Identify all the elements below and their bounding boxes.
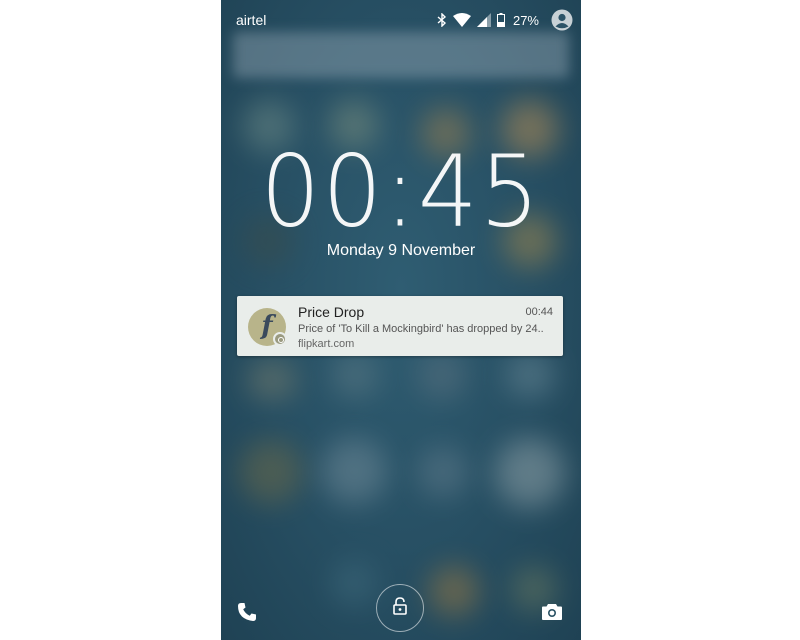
notification-card[interactable]: f Price Drop 00:44 Price of 'To Kill a M… [237,296,563,356]
blurred-app-icon [247,360,297,400]
wifi-icon [452,13,471,27]
notification-badge-icon [273,332,287,346]
blurred-app-icon [239,440,303,504]
lockscreen-clock: 00:45 [221,135,581,250]
camera-icon[interactable] [541,603,563,626]
notification-text: Price of 'To Kill a Mockingbird' has dro… [298,323,544,335]
user-avatar-icon[interactable] [551,9,573,31]
battery-percent: 27% [512,12,539,28]
blurred-app-icon [505,352,555,398]
battery-icon [496,13,505,27]
blurred-app-icon [417,446,469,498]
blurred-app-icon [331,352,379,398]
lockscreen: airtel 27% 00:45 Monday 9 November f Pri… [221,0,581,640]
blurred-app-icon [429,566,479,616]
notification-time: 00:44 [525,306,553,318]
blurred-app-icon [331,560,377,606]
carrier-name: airtel [236,12,267,28]
clock-time: 00:45 [260,135,542,250]
blurred-app-icon [321,438,387,504]
unlock-button[interactable] [376,584,424,632]
phone-icon[interactable] [237,602,257,627]
status-bar: airtel 27% [221,0,581,40]
notification-title: Price Drop [298,304,365,320]
lockscreen-date: Monday 9 November [326,242,476,259]
status-icons: 27% [437,9,573,31]
blurred-app-icon [495,438,565,508]
notification-source: flipkart.com [298,338,355,350]
bluetooth-icon [437,13,447,27]
cellular-signal-icon [476,13,491,27]
lock-icon [393,596,407,620]
blurred-app-icon [417,350,467,400]
